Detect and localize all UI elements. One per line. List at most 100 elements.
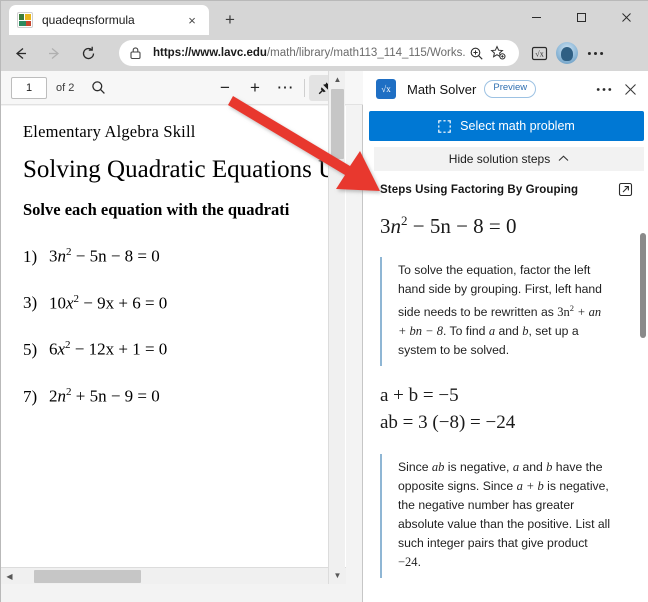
more-options-icon[interactable] bbox=[591, 76, 617, 102]
url-domain: https://www.lavc.edu bbox=[153, 47, 267, 59]
forward-button[interactable] bbox=[39, 39, 69, 67]
minimize-icon[interactable] bbox=[514, 1, 559, 33]
zoom-icon[interactable] bbox=[465, 42, 487, 64]
pdf-toolbar: 1 of 2 − + ⋯ bbox=[1, 71, 363, 105]
problem-var: n bbox=[57, 246, 67, 266]
problem-rest: − 12x + 1 = 0 bbox=[70, 339, 168, 359]
worksheet-title: Solving Quadratic Equations U bbox=[23, 156, 337, 183]
main-equation: 3n2 − 5n − 8 = 0 bbox=[364, 197, 648, 239]
profile-avatar-icon[interactable] bbox=[553, 39, 581, 67]
zoom-out-button[interactable]: − bbox=[210, 75, 240, 101]
note2-product: −24 bbox=[398, 555, 418, 570]
zoom-in-button[interactable]: + bbox=[240, 75, 270, 101]
problem-row: 1) 3n2 − 5n − 8 = 0 bbox=[23, 246, 346, 267]
favorite-star-icon[interactable] bbox=[487, 42, 509, 64]
problem-coeff: 3 bbox=[49, 246, 58, 266]
system-equation-line: ab = 3 (−8) = −24 bbox=[380, 412, 516, 434]
equation-coeff: 3 bbox=[380, 214, 391, 238]
solution-steps-scroll-area: Steps Using Factoring By Grouping 3n2 − … bbox=[364, 173, 648, 602]
note2-text-2: is negative, bbox=[444, 460, 513, 475]
note2-text-3: and bbox=[519, 460, 547, 475]
problem-rest: + 5n − 9 = 0 bbox=[71, 386, 160, 406]
window-controls bbox=[514, 1, 648, 33]
problem-number: 1) bbox=[23, 246, 38, 266]
problem-coeff: 2 bbox=[49, 386, 58, 406]
scroll-down-icon[interactable]: ▼ bbox=[329, 567, 346, 584]
browser-tab[interactable]: quadeqnsformula × bbox=[9, 5, 209, 35]
problem-rest: − 5n − 8 = 0 bbox=[71, 246, 160, 266]
problem-rest: − 9x + 6 = 0 bbox=[79, 293, 168, 313]
select-math-problem-button[interactable]: Select math problem bbox=[369, 111, 644, 141]
external-link-icon[interactable] bbox=[618, 182, 633, 197]
toolbar-right: √x bbox=[525, 39, 609, 67]
solver-header: √x Math Solver Preview bbox=[364, 71, 648, 107]
maximize-icon[interactable] bbox=[559, 1, 604, 33]
system-equation-line: a + b = −5 bbox=[380, 385, 459, 407]
steps-title: Steps Using Factoring By Grouping bbox=[380, 183, 579, 196]
search-icon[interactable] bbox=[87, 77, 109, 99]
note1-and: and bbox=[495, 324, 523, 339]
marquee-select-icon bbox=[438, 119, 451, 133]
pdf-page-content: Elementary Algebra Skill Solving Quadrat… bbox=[1, 106, 346, 584]
problem-coeff: 10 bbox=[49, 293, 66, 313]
problem-coeff: 6 bbox=[49, 339, 58, 359]
problem-var: x bbox=[66, 293, 74, 313]
worksheet: Elementary Algebra Skill Solving Quadrat… bbox=[1, 106, 346, 407]
problem-var: n bbox=[57, 386, 67, 406]
note2-text-1: Since bbox=[398, 460, 432, 475]
browser-window: quadeqnsformula × + https://www.lavc.edu… bbox=[0, 0, 648, 602]
title-bar: quadeqnsformula × + bbox=[1, 1, 648, 35]
note2-ab: ab bbox=[431, 460, 445, 475]
more-settings-icon[interactable] bbox=[581, 39, 609, 67]
address-bar[interactable]: https://www.lavc.edu/math/library/math11… bbox=[119, 40, 519, 66]
problem-row: 3) 10x2 − 9x + 6 = 0 bbox=[23, 293, 346, 314]
note1-math-coeff: 3n bbox=[557, 305, 570, 320]
close-panel-icon[interactable] bbox=[617, 76, 643, 102]
select-math-problem-label: Select math problem bbox=[460, 119, 575, 133]
solver-title: Math Solver bbox=[407, 81, 477, 97]
math-solver-icon[interactable]: √x bbox=[525, 39, 553, 67]
content-viewport: 1 of 2 − + ⋯ Elementary Algebra Skill So… bbox=[1, 71, 648, 602]
hide-solution-steps-toggle[interactable]: Hide solution steps bbox=[374, 147, 644, 171]
document-favicon bbox=[17, 12, 33, 28]
lock-icon bbox=[129, 46, 143, 60]
close-window-icon[interactable] bbox=[604, 1, 648, 33]
back-button[interactable] bbox=[5, 39, 35, 67]
step-note-1: To solve the equation, factor the left h… bbox=[380, 257, 626, 367]
tab-title: quadeqnsformula bbox=[42, 13, 135, 27]
step-note-2: Since ab is negative, a and b have the o… bbox=[380, 454, 626, 579]
scroll-up-icon[interactable]: ▲ bbox=[329, 71, 346, 88]
problem-number: 5) bbox=[23, 339, 38, 359]
solver-scrollbar[interactable] bbox=[637, 173, 648, 602]
problem-number: 3) bbox=[23, 293, 38, 313]
pdf-hscroll-thumb[interactable] bbox=[34, 570, 141, 583]
note2-a-plus-b: a + b bbox=[516, 479, 544, 494]
problem-row: 7) 2n2 + 5n − 9 = 0 bbox=[23, 386, 346, 407]
equation-var: n bbox=[390, 214, 402, 238]
note2-text-6: . bbox=[417, 555, 421, 570]
pdf-vscroll-thumb[interactable] bbox=[331, 89, 344, 159]
problem-var: x bbox=[57, 339, 66, 359]
pdf-toolbar-right: − + ⋯ bbox=[210, 71, 339, 105]
hide-solution-steps-label: Hide solution steps bbox=[448, 152, 551, 166]
svg-text:√x: √x bbox=[535, 49, 543, 58]
pdf-vertical-scrollbar[interactable]: ▲ ▼ bbox=[328, 71, 345, 584]
url-text: https://www.lavc.edu/math/library/math11… bbox=[153, 47, 465, 59]
pdf-more-button[interactable]: ⋯ bbox=[270, 75, 300, 101]
pdf-viewer-pane: 1 of 2 − + ⋯ Elementary Algebra Skill So… bbox=[1, 71, 363, 602]
toolbar-divider bbox=[304, 79, 305, 97]
url-path: /math/library/math113_114_115/Works... bbox=[266, 47, 465, 59]
page-count-label: of 2 bbox=[56, 81, 75, 94]
close-tab-icon[interactable]: × bbox=[183, 11, 201, 29]
reload-button[interactable] bbox=[73, 39, 103, 67]
worksheet-instructions: Solve each equation with the quadrati bbox=[23, 200, 290, 219]
new-tab-button[interactable]: + bbox=[217, 8, 243, 32]
equation-rest: − 5n − 8 = 0 bbox=[407, 214, 517, 238]
math-solver-panel: √x Math Solver Preview Select math probl… bbox=[364, 71, 648, 602]
math-solver-logo-icon: √x bbox=[376, 79, 396, 99]
scroll-left-icon[interactable]: ◀ bbox=[1, 568, 18, 584]
page-number-input[interactable]: 1 bbox=[11, 76, 47, 99]
pdf-horizontal-scrollbar[interactable]: ◀ ▶ bbox=[1, 567, 346, 584]
preview-badge: Preview bbox=[484, 80, 537, 98]
solver-scrollbar-thumb[interactable] bbox=[640, 233, 646, 338]
